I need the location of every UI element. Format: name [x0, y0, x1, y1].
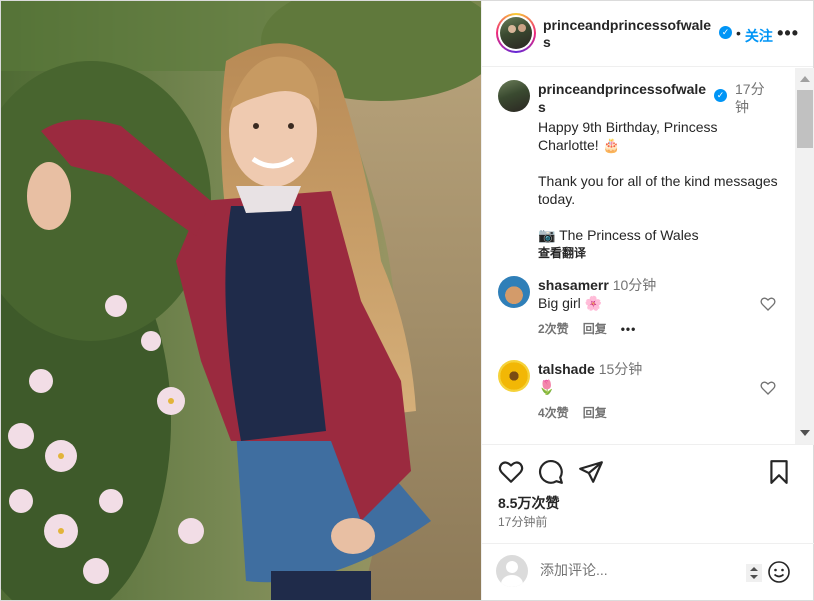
- verified-badge-icon: ✓: [719, 26, 732, 39]
- scroll-up-icon[interactable]: [800, 76, 810, 82]
- commenter-username[interactable]: talshade: [538, 361, 595, 377]
- commenter-avatar[interactable]: [498, 360, 530, 392]
- scrollbar-thumb[interactable]: [797, 90, 813, 148]
- verified-badge-icon: ✓: [714, 89, 727, 102]
- add-comment-bar: [482, 543, 814, 600]
- post-photo-image: [1, 1, 481, 600]
- commenter-username[interactable]: shasamerr: [538, 277, 609, 293]
- comment-icon[interactable]: [538, 459, 564, 485]
- comment-text: Big girl 🌸: [538, 295, 603, 311]
- reply-button[interactable]: 回复: [583, 320, 607, 338]
- save-bookmark-icon[interactable]: [766, 459, 792, 485]
- follow-button[interactable]: 关注: [745, 26, 773, 46]
- spinner-arrows-icon[interactable]: [746, 564, 762, 582]
- author-avatar[interactable]: [496, 13, 536, 53]
- caption-time[interactable]: 17分钟: [735, 80, 765, 116]
- post-timestamp[interactable]: 17分钟前: [498, 513, 547, 530]
- likes-count[interactable]: 8.5万次赞: [498, 493, 559, 513]
- comments-scrollbar[interactable]: [795, 68, 814, 444]
- post-photo[interactable]: [1, 1, 481, 600]
- caption-line-2: Thank you for all of the kind messages t…: [538, 173, 778, 207]
- author-username[interactable]: princeandprincessofwales: [543, 17, 715, 51]
- emoji-icon[interactable]: [767, 560, 791, 584]
- like-heart-icon[interactable]: [498, 459, 524, 485]
- caption-line-1: Happy 9th Birthday, Princess Charlotte! …: [538, 119, 718, 153]
- comments-list[interactable]: princeandprincessofwales ✓ 17分钟 Happy 9t…: [482, 68, 814, 444]
- post-actions: 8.5万次赞 17分钟前: [482, 444, 814, 544]
- share-icon[interactable]: [578, 459, 604, 485]
- caption-line-3: 📷 The Princess of Wales: [538, 227, 699, 243]
- commenter-avatar[interactable]: [498, 276, 530, 308]
- post-side-panel: princeandprincessofwales ✓ • 关注 ••• prin…: [481, 1, 814, 600]
- caption-avatar[interactable]: [498, 80, 530, 112]
- caption-item: princeandprincessofwales ✓ 17分钟 Happy 9t…: [498, 80, 778, 262]
- caption-username[interactable]: princeandprincessofwales: [538, 80, 710, 116]
- comment-input[interactable]: [540, 562, 720, 578]
- comment-likes[interactable]: 2次赞: [538, 320, 569, 338]
- heart-icon[interactable]: [760, 380, 776, 396]
- comment-item: talshade 15分钟 🌷 4次赞 回复: [498, 360, 642, 422]
- more-options-icon[interactable]: •••: [777, 23, 799, 44]
- comment-time[interactable]: 15分钟: [599, 361, 643, 377]
- heart-icon[interactable]: [760, 296, 776, 312]
- separator-dot: •: [736, 25, 741, 41]
- comment-item: shasamerr 10分钟 Big girl 🌸 2次赞 回复 •••: [498, 276, 656, 338]
- user-avatar-placeholder: [496, 555, 528, 587]
- see-translation-link[interactable]: 查看翻译: [538, 244, 778, 262]
- comment-likes[interactable]: 4次赞: [538, 404, 569, 422]
- post-dialog: princeandprincessofwales ✓ • 关注 ••• prin…: [0, 0, 814, 601]
- scroll-down-icon[interactable]: [800, 430, 810, 436]
- comment-text: 🌷: [538, 379, 556, 395]
- comment-time[interactable]: 10分钟: [613, 277, 657, 293]
- comment-more-icon[interactable]: •••: [621, 320, 637, 338]
- reply-button[interactable]: 回复: [583, 404, 607, 422]
- post-header: princeandprincessofwales ✓ • 关注 •••: [482, 1, 813, 67]
